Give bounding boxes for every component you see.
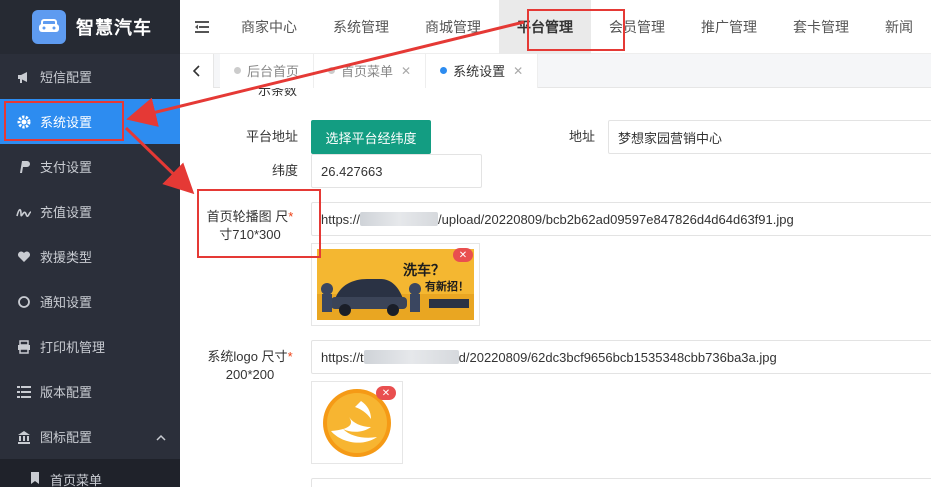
blurred-domain — [363, 350, 459, 364]
car-icon — [32, 10, 66, 44]
sidebar-item-label: 版本配置 — [40, 385, 93, 400]
banner-label-line1: 首页轮播图 尺 — [206, 209, 289, 224]
banner-image: 洗车？ 有新招！ — [317, 249, 474, 320]
sidebar-item-label: 打印机管理 — [40, 340, 106, 355]
nav-merchant-center[interactable]: 商家中心 — [223, 0, 315, 54]
chevron-left-icon[interactable] — [180, 53, 214, 88]
sidebar-item-payment[interactable]: 支付设置 — [0, 144, 180, 189]
tab-home-menu[interactable]: 首页菜单 ✕ — [314, 53, 427, 88]
latitude-label: 纬度 — [271, 163, 298, 178]
signature-icon — [16, 204, 32, 220]
close-icon[interactable]: ✕ — [401, 64, 411, 78]
nav-platform-management[interactable]: 平台管理 — [499, 0, 591, 54]
sidebar-item-label: 系统设置 — [40, 115, 93, 130]
tab-dot — [328, 67, 336, 74]
sidebar-item-label: 救援类型 — [40, 250, 93, 265]
select-coordinates-button[interactable]: 选择平台经纬度 — [311, 120, 431, 154]
location-input[interactable]: 梦想家园营销中心 — [608, 120, 931, 154]
heart-icon — [16, 249, 32, 265]
logo-url-input[interactable]: https://t d/20220809/62dc3bcf9656bcb15353… — [311, 340, 931, 374]
banner-text-2: 有新招！ — [425, 279, 469, 293]
sidebar-item-label: 通知设置 — [40, 295, 93, 310]
settings-form: 示条数 平台地址 选择平台经纬度 地址 梦想家园营销中心 纬度 26.42766… — [180, 88, 931, 487]
required-mark: * — [288, 209, 294, 224]
sidebar-item-icon-config[interactable]: 图标配置 — [0, 414, 180, 459]
bookmark-icon — [30, 471, 40, 487]
sidebar-item-recharge[interactable]: 充值设置 — [0, 189, 180, 234]
blurred-domain — [360, 212, 439, 226]
banner-text-1: 洗车？ — [403, 262, 445, 279]
remove-image-button[interactable]: ✕ — [453, 248, 473, 262]
sidebar: 智慧汽车 短信配置 系统设置 支付设置 充值设置 救援类型 通知设置 打印机管理… — [0, 0, 180, 487]
tab-system-settings[interactable]: 系统设置 ✕ — [426, 53, 539, 88]
nav-system-management[interactable]: 系统管理 — [315, 0, 407, 54]
sidebar-subitem-home-menu[interactable]: 首页菜单 — [0, 459, 180, 487]
nav-news[interactable]: 新闻 — [867, 0, 931, 54]
logo-label-line2: 200*200 — [225, 367, 275, 382]
tab-label: 首页菜单 — [341, 64, 394, 79]
banner-url-suffix: /upload/20220809/bcb2b62ad09597e847826d4… — [438, 211, 794, 227]
tab-dashboard[interactable]: 后台首页 — [220, 53, 315, 88]
cut-off-label: 示条数 — [258, 88, 298, 98]
next-field-input[interactable] — [311, 478, 931, 487]
logo-label-line1: 系统logo 尺寸 — [207, 349, 288, 364]
sidebar-item-printer[interactable]: 打印机管理 — [0, 324, 180, 369]
printer-icon — [16, 339, 32, 355]
sidebar-item-system-settings[interactable]: 系统设置 — [0, 99, 180, 144]
logo-label: 系统logo 尺寸* 200*200 — [190, 348, 310, 384]
tab-dot — [440, 67, 448, 74]
logo-thumbnail[interactable]: ✕ — [311, 381, 403, 464]
sidebar-item-version[interactable]: 版本配置 — [0, 369, 180, 414]
banner-url-prefix: https:// — [321, 211, 361, 227]
nav-mall-management[interactable]: 商城管理 — [407, 0, 499, 54]
tabs-bar: 后台首页 首页菜单 ✕ 系统设置 ✕ — [180, 53, 931, 88]
app-title: 智慧汽车 — [76, 18, 152, 38]
sidebar-item-label: 支付设置 — [40, 160, 93, 175]
required-mark: * — [287, 349, 293, 364]
banner-thumbnail[interactable]: 洗车？ 有新招！ ✕ — [311, 243, 480, 326]
sidebar-subitem-label: 首页菜单 — [50, 472, 103, 487]
close-icon[interactable]: ✕ — [513, 64, 523, 78]
remove-image-button[interactable]: ✕ — [376, 386, 396, 400]
latitude-input[interactable]: 26.427663 — [311, 154, 482, 188]
banner-label: 首页轮播图 尺* 寸710*300 — [190, 208, 310, 244]
logo-url-prefix: https://t — [321, 349, 364, 365]
banner-url-input[interactable]: https:// /upload/20220809/bcb2b62ad09597e… — [311, 202, 931, 236]
sidebar-item-label: 短信配置 — [40, 70, 93, 85]
sidebar-item-notification[interactable]: 通知设置 — [0, 279, 180, 324]
chevron-up-icon — [156, 430, 166, 445]
gear-icon — [16, 114, 32, 130]
nav-card-management[interactable]: 套卡管理 — [775, 0, 867, 54]
logo-area[interactable]: 智慧汽车 — [0, 0, 180, 54]
tab-label: 后台首页 — [247, 64, 300, 79]
sidebar-item-sms[interactable]: 短信配置 — [0, 54, 180, 99]
tab-label: 系统设置 — [453, 64, 506, 79]
banner-label-line2: 寸710*300 — [219, 227, 281, 242]
sidebar-item-label: 图标配置 — [40, 430, 93, 445]
list-icon — [16, 384, 32, 400]
location-label: 地址 — [568, 129, 595, 144]
menu-toggle-icon[interactable] — [180, 20, 223, 33]
platform-address-label: 平台地址 — [245, 129, 298, 144]
bank-icon — [16, 429, 32, 445]
power-icon — [16, 294, 32, 310]
logo-url-suffix: d/20220809/62dc3bcf9656bcb1535348cbb736b… — [458, 349, 777, 365]
paypal-icon — [16, 159, 32, 175]
sidebar-item-rescue-type[interactable]: 救援类型 — [0, 234, 180, 279]
nav-member-management[interactable]: 会员管理 — [591, 0, 683, 54]
megaphone-icon — [16, 69, 32, 85]
tab-dot — [234, 67, 241, 74]
sidebar-item-label: 充值设置 — [40, 205, 93, 220]
top-navigation: 商家中心 系统管理 商城管理 平台管理 会员管理 推广管理 套卡管理 新闻 — [180, 0, 931, 54]
nav-promotion-management[interactable]: 推广管理 — [683, 0, 775, 54]
